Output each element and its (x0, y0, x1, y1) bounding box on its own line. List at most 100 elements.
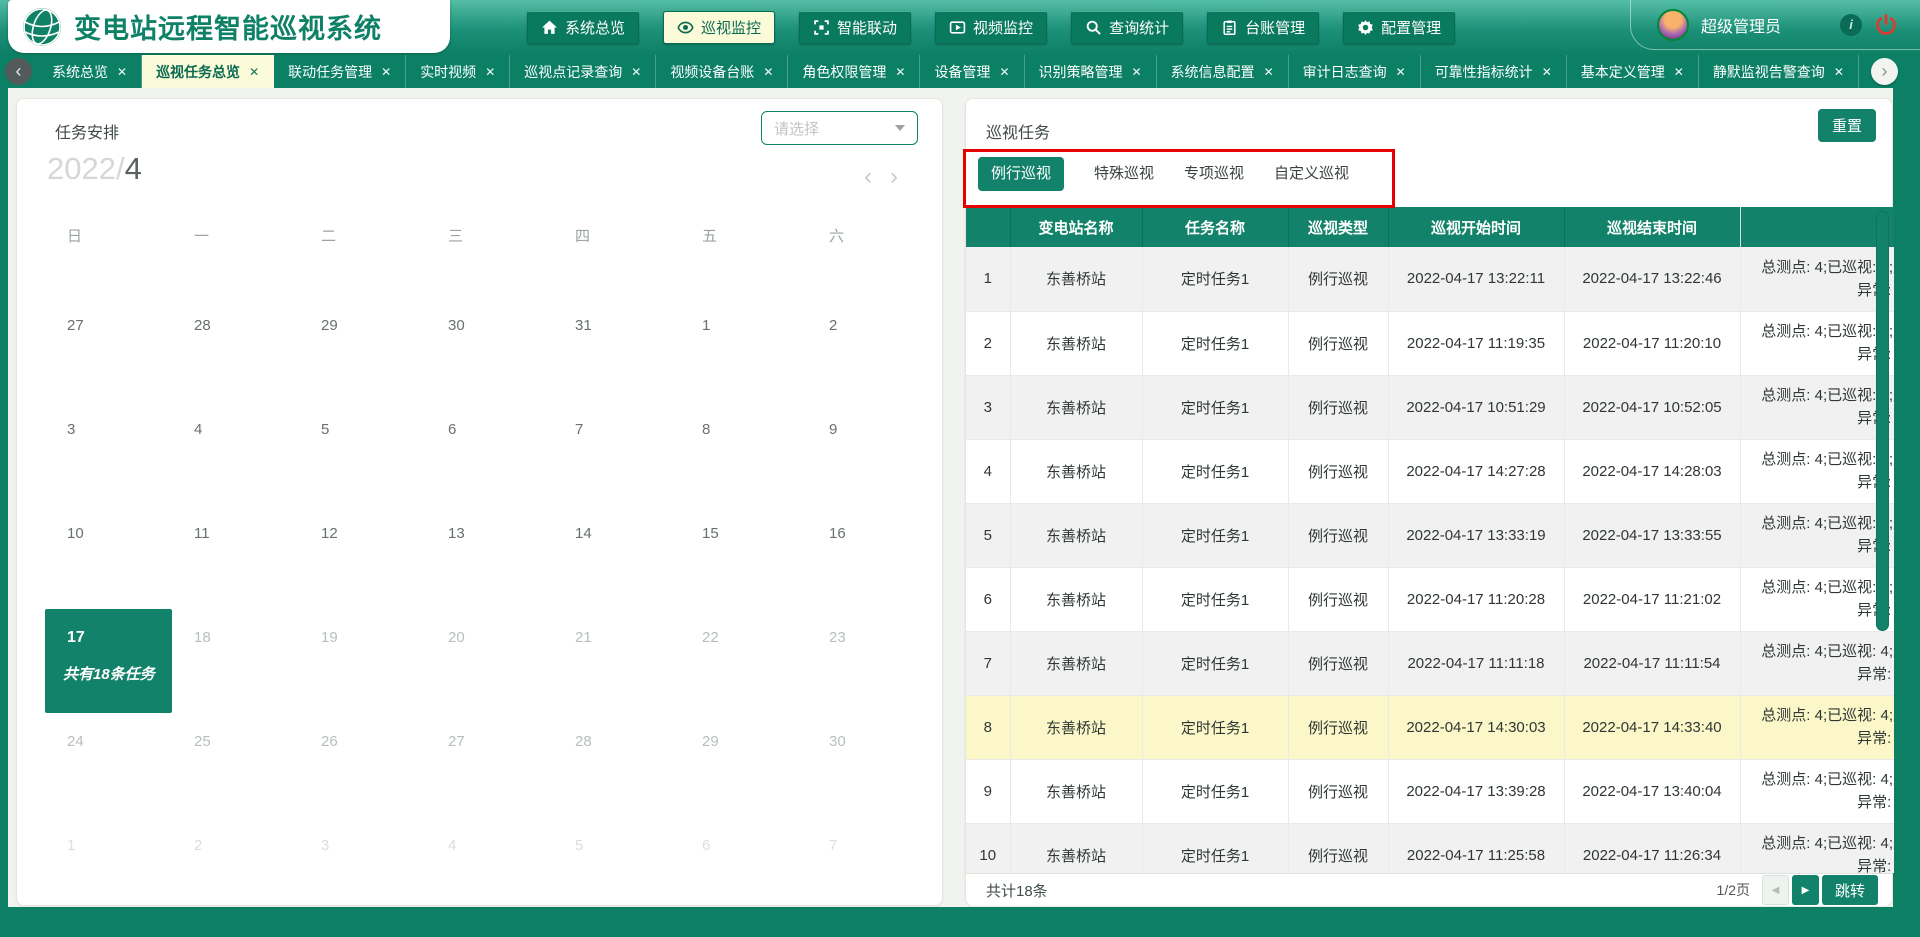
tab-scroll-left-icon[interactable]: ‹ (5, 58, 32, 85)
nav-query-stats[interactable]: 查询统计 (1071, 11, 1183, 44)
close-icon[interactable]: ✕ (1264, 65, 1274, 79)
calendar-day[interactable]: 27 (45, 297, 172, 401)
calendar-day[interactable]: 10 (45, 505, 172, 609)
calendar-day[interactable]: 31 (553, 297, 680, 401)
calendar-day[interactable]: 6 (426, 401, 553, 505)
tab-video-device-ledger[interactable]: 视频设备台账✕ (656, 55, 788, 88)
calendar-day[interactable]: 5 (299, 401, 426, 505)
calendar-day-selected[interactable]: 17共有18条任务 (45, 609, 172, 713)
tab-role-permission-mgmt[interactable]: 角色权限管理✕ (788, 55, 920, 88)
calendar-day[interactable]: 30 (807, 713, 934, 817)
close-icon[interactable]: ✕ (1674, 65, 1684, 79)
tab-realtime-video[interactable]: 实时视频✕ (406, 55, 510, 88)
close-icon[interactable]: ✕ (1396, 65, 1406, 79)
table-row[interactable]: 5东善桥站定时任务1例行巡视2022-04-17 13:33:192022-04… (966, 503, 1894, 567)
close-icon[interactable]: ✕ (249, 65, 259, 79)
table-scrollbar-thumb[interactable] (1876, 211, 1889, 631)
tab-basic-definition-mgmt[interactable]: 基本定义管理✕ (1567, 55, 1699, 88)
table-row[interactable]: 1东善桥站定时任务1例行巡视2022-04-17 13:22:112022-04… (966, 247, 1894, 311)
logout-power-icon[interactable] (1874, 13, 1898, 37)
table-row[interactable]: 3东善桥站定时任务1例行巡视2022-04-17 10:51:292022-04… (966, 375, 1894, 439)
close-icon[interactable]: ✕ (485, 65, 495, 79)
close-icon[interactable]: ✕ (631, 65, 641, 79)
calendar-day[interactable]: 30 (426, 297, 553, 401)
calendar-day[interactable]: 1 (45, 817, 172, 907)
tab-recognition-strategy[interactable]: 识别策略管理✕ (1025, 55, 1157, 88)
nav-system-overview[interactable]: 系统总览 (527, 11, 639, 44)
tab-system-info-config[interactable]: 系统信息配置✕ (1157, 55, 1289, 88)
calendar-day[interactable]: 15 (680, 505, 807, 609)
prev-page-icon[interactable]: ◀ (1762, 875, 1789, 905)
calendar-day[interactable]: 12 (299, 505, 426, 609)
table-row[interactable]: 7东善桥站定时任务1例行巡视2022-04-17 11:11:182022-04… (966, 631, 1894, 695)
calendar-day[interactable]: 25 (172, 713, 299, 817)
tab-system-overview[interactable]: 系统总览✕ (38, 55, 142, 88)
close-icon[interactable]: ✕ (117, 65, 127, 79)
close-icon[interactable]: ✕ (1542, 65, 1552, 79)
calendar-day[interactable]: 14 (553, 505, 680, 609)
calendar-day[interactable]: 23 (807, 609, 934, 713)
filter-special-inspection[interactable]: 特殊巡视 (1094, 157, 1154, 191)
calendar-day[interactable]: 21 (553, 609, 680, 713)
calendar-day[interactable]: 3 (299, 817, 426, 907)
calendar-day[interactable]: 29 (680, 713, 807, 817)
tab-scroll-right-icon[interactable]: › (1871, 58, 1898, 85)
filter-custom-inspection[interactable]: 自定义巡视 (1274, 157, 1349, 191)
close-icon[interactable]: ✕ (999, 65, 1009, 79)
table-row[interactable]: 2东善桥站定时任务1例行巡视2022-04-17 11:19:352022-04… (966, 311, 1894, 375)
tab-device-mgmt[interactable]: 设备管理✕ (920, 55, 1024, 88)
calendar-day[interactable]: 4 (172, 401, 299, 505)
table-row[interactable]: 6东善桥站定时任务1例行巡视2022-04-17 11:20:282022-04… (966, 567, 1894, 631)
calendar-day[interactable]: 27 (426, 713, 553, 817)
next-page-icon[interactable]: ▶ (1792, 875, 1819, 905)
close-icon[interactable]: ✕ (895, 65, 905, 79)
station-select[interactable]: 请选择 (761, 111, 918, 145)
calendar-day[interactable]: 3 (45, 401, 172, 505)
close-icon[interactable]: ✕ (381, 65, 391, 79)
calendar-day[interactable]: 28 (172, 297, 299, 401)
prev-month-icon[interactable]: ‹ (864, 165, 872, 189)
filter-routine-inspection[interactable]: 例行巡视 (978, 157, 1064, 191)
jump-button[interactable]: 跳转 (1822, 875, 1878, 905)
tab-inspection-task-overview[interactable]: 巡视任务总览✕ (142, 55, 274, 88)
table-row[interactable]: 10东善桥站定时任务1例行巡视2022-04-17 11:25:582022-0… (966, 823, 1894, 873)
tab-reliability-stats[interactable]: 可靠性指标统计✕ (1421, 55, 1567, 88)
calendar-day[interactable]: 7 (553, 401, 680, 505)
tab-inspection-point-records[interactable]: 巡视点记录查询✕ (510, 55, 656, 88)
calendar-day[interactable]: 7 (807, 817, 934, 907)
calendar-day[interactable]: 2 (172, 817, 299, 907)
avatar[interactable] (1657, 9, 1689, 41)
tab-audit-log-query[interactable]: 审计日志查询✕ (1289, 55, 1421, 88)
calendar-day[interactable]: 18 (172, 609, 299, 713)
tab-linkage-task-mgmt[interactable]: 联动任务管理✕ (274, 55, 406, 88)
reset-button[interactable]: 重置 (1818, 109, 1876, 142)
table-row[interactable]: 8东善桥站定时任务1例行巡视2022-04-17 14:30:032022-04… (966, 695, 1894, 759)
calendar-day[interactable]: 28 (553, 713, 680, 817)
calendar-day[interactable]: 6 (680, 817, 807, 907)
calendar-day[interactable]: 5 (553, 817, 680, 907)
table-row[interactable]: 9东善桥站定时任务1例行巡视2022-04-17 13:39:282022-04… (966, 759, 1894, 823)
calendar-day[interactable]: 8 (680, 401, 807, 505)
nav-smart-linkage[interactable]: 智能联动 (799, 11, 911, 44)
calendar-day[interactable]: 24 (45, 713, 172, 817)
close-icon[interactable]: ✕ (1132, 65, 1142, 79)
calendar-day[interactable]: 29 (299, 297, 426, 401)
filter-dedicated-inspection[interactable]: 专项巡视 (1184, 157, 1244, 191)
calendar-day[interactable]: 13 (426, 505, 553, 609)
calendar-day[interactable]: 26 (299, 713, 426, 817)
nav-inspection-monitor[interactable]: 巡视监控 (663, 11, 775, 44)
tab-silent-monitor-alarm[interactable]: 静默监视告警查询✕ (1699, 55, 1859, 88)
close-icon[interactable]: ✕ (763, 65, 773, 79)
nav-video-monitor[interactable]: 视频监控 (935, 11, 1047, 44)
table-row[interactable]: 4东善桥站定时任务1例行巡视2022-04-17 14:27:282022-04… (966, 439, 1894, 503)
close-icon[interactable]: ✕ (1834, 65, 1844, 79)
nav-ledger-mgmt[interactable]: 台账管理 (1207, 11, 1319, 44)
calendar-day[interactable]: 1 (680, 297, 807, 401)
calendar-day[interactable]: 2 (807, 297, 934, 401)
calendar-day[interactable]: 4 (426, 817, 553, 907)
calendar-day[interactable]: 11 (172, 505, 299, 609)
nav-config-mgmt[interactable]: 配置管理 (1343, 11, 1455, 44)
next-month-icon[interactable]: › (890, 165, 898, 189)
calendar-day[interactable]: 22 (680, 609, 807, 713)
calendar-day[interactable]: 20 (426, 609, 553, 713)
